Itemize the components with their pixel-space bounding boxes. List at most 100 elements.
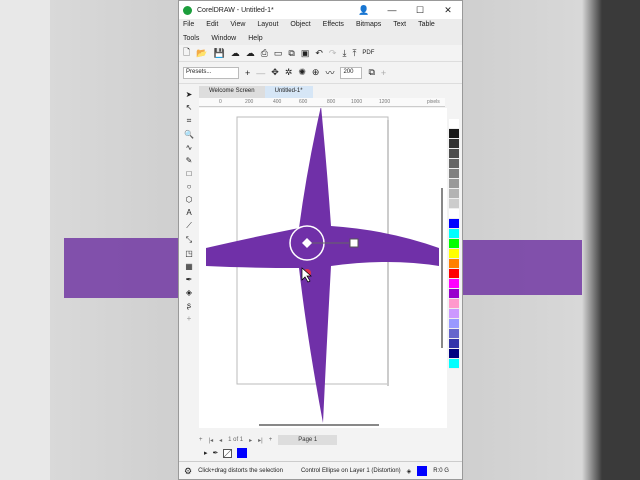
save-icon[interactable]: 💾	[213, 48, 224, 59]
maximize-button[interactable]: ☐	[406, 5, 434, 16]
menu-table[interactable]: Table	[418, 21, 435, 30]
open-icon[interactable]: 📂	[196, 48, 207, 59]
menu-help[interactable]: Help	[248, 35, 262, 44]
palette-swatch[interactable]	[449, 249, 459, 259]
pdf-icon[interactable]: PDF	[362, 50, 374, 56]
account-icon[interactable]: 👤	[350, 5, 378, 16]
no-color-swatch[interactable]	[223, 448, 233, 458]
print-icon[interactable]: ⎙	[261, 48, 268, 59]
drawing-canvas[interactable]	[199, 108, 447, 428]
eyedropper-tool-icon[interactable]: ✒	[186, 275, 193, 284]
shape-tool-icon[interactable]: ↖	[186, 103, 193, 112]
zoom-tool-icon[interactable]: 🔍	[184, 130, 194, 139]
last-page-icon[interactable]: ▸|	[258, 437, 263, 444]
menu-tools[interactable]: Tools	[183, 35, 199, 44]
center-distortion-icon[interactable]: ⊕	[312, 67, 320, 78]
horizontal-scrollbar[interactable]	[259, 424, 379, 426]
expand-icon[interactable]: ▸	[204, 449, 208, 457]
tab-untitled-1[interactable]: Untitled-1*	[264, 86, 313, 98]
cut-icon[interactable]: ▭	[274, 48, 283, 59]
palette-swatch[interactable]	[449, 269, 459, 279]
effects-tool-icon[interactable]: ◳	[185, 249, 193, 258]
menu-bitmaps[interactable]: Bitmaps	[356, 21, 381, 30]
redo-icon[interactable]: ↷	[329, 48, 337, 59]
eyedropper-icon[interactable]: ✒	[213, 449, 219, 457]
remove-preset-icon[interactable]: —	[256, 68, 265, 78]
ellipse-tool-icon[interactable]: ○	[187, 182, 192, 191]
palette-swatch[interactable]	[449, 229, 459, 239]
palette-swatch[interactable]	[449, 139, 459, 149]
palette-swatch[interactable]	[449, 339, 459, 349]
crop-tool-icon[interactable]: ⌗	[187, 116, 192, 126]
palette-swatch[interactable]	[449, 279, 459, 289]
rectangle-tool-icon[interactable]: □	[187, 169, 192, 178]
palette-swatch[interactable]	[449, 349, 459, 359]
copy-distortion-icon[interactable]: ⧉	[368, 67, 374, 78]
close-button[interactable]: ✕	[434, 5, 462, 16]
first-page-icon[interactable]: |◂	[209, 437, 214, 444]
add-tool-icon[interactable]: +	[187, 314, 192, 323]
add-preset-icon[interactable]: +	[245, 68, 250, 78]
palette-swatch[interactable]	[449, 299, 459, 309]
add-page-end-icon[interactable]: +	[269, 437, 273, 443]
palette-swatch[interactable]	[449, 169, 459, 179]
palette-swatch[interactable]	[449, 149, 459, 159]
palette-swatch[interactable]	[449, 329, 459, 339]
twister-distortion-icon[interactable]: ✺	[298, 67, 306, 78]
palette-swatch[interactable]	[449, 159, 459, 169]
freehand-tool-icon[interactable]: ∿	[186, 143, 193, 152]
tab-welcome-screen[interactable]: Welcome Screen	[199, 86, 265, 98]
minimize-button[interactable]: —	[378, 5, 406, 15]
palette-swatch[interactable]	[449, 289, 459, 299]
palette-swatch[interactable]	[449, 179, 459, 189]
fill-tool-icon[interactable]: ◈	[186, 288, 192, 297]
polygon-tool-icon[interactable]: ⬡	[186, 195, 193, 204]
palette-swatch[interactable]	[449, 259, 459, 269]
push-pull-distortion-icon[interactable]: ✥	[271, 67, 279, 78]
paste-icon[interactable]: ▣	[301, 48, 310, 59]
smart-fill-icon[interactable]: ʂ	[187, 301, 191, 310]
menu-layout[interactable]: Layout	[257, 21, 278, 30]
connector-tool-icon[interactable]: ⤡	[186, 235, 192, 245]
import-icon[interactable]: ⤓	[342, 48, 346, 59]
artistic-media-icon[interactable]: ✎	[186, 156, 193, 165]
menu-text[interactable]: Text	[393, 21, 406, 30]
cloud-upload-icon[interactable]: ☁	[246, 48, 255, 59]
menu-file[interactable]: File	[183, 21, 194, 30]
dimension-tool-icon[interactable]: ⟋	[186, 221, 192, 231]
next-page-icon[interactable]: ▸	[249, 437, 252, 444]
page-tab[interactable]: Page 1	[278, 435, 338, 445]
zipper-distortion-icon[interactable]: ✲	[285, 67, 293, 78]
menu-object[interactable]: Object	[290, 21, 310, 30]
undo-icon[interactable]: ↶	[315, 48, 323, 59]
palette-swatch[interactable]	[449, 129, 459, 139]
menu-view[interactable]: View	[230, 21, 245, 30]
palette-swatch[interactable]	[449, 239, 459, 249]
palette-swatch[interactable]	[449, 319, 459, 329]
transparency-tool-icon[interactable]: ▦	[185, 262, 193, 271]
palette-swatch[interactable]	[449, 209, 459, 219]
pick-tool-icon[interactable]: ➤	[186, 90, 193, 99]
prev-page-icon[interactable]: ◂	[219, 437, 222, 444]
palette-swatch[interactable]	[449, 359, 459, 369]
menu-window[interactable]: Window	[211, 35, 236, 44]
presets-dropdown[interactable]: Presets...	[183, 66, 239, 79]
palette-swatch[interactable]	[449, 219, 459, 229]
cloud-download-icon[interactable]: ☁	[231, 48, 240, 59]
menu-edit[interactable]: Edit	[206, 21, 218, 30]
text-tool-icon[interactable]: A	[186, 208, 191, 217]
amplitude-input[interactable]: 200	[340, 66, 363, 79]
add-icon[interactable]: +	[381, 68, 386, 78]
settings-gear-icon[interactable]: ⚙	[184, 466, 192, 477]
palette-swatch[interactable]	[449, 199, 459, 209]
palette-swatch[interactable]	[449, 119, 459, 129]
distortion-end-handle[interactable]	[349, 238, 359, 248]
palette-swatch[interactable]	[449, 189, 459, 199]
menu-effects[interactable]: Effects	[323, 21, 344, 30]
blue-swatch[interactable]	[237, 448, 248, 458]
palette-swatch[interactable]	[449, 309, 459, 319]
new-document-icon[interactable]: 🗋	[183, 45, 190, 61]
add-page-icon[interactable]: +	[199, 437, 203, 443]
export-icon[interactable]: ⤒	[352, 48, 356, 59]
vertical-scrollbar[interactable]	[441, 188, 443, 348]
